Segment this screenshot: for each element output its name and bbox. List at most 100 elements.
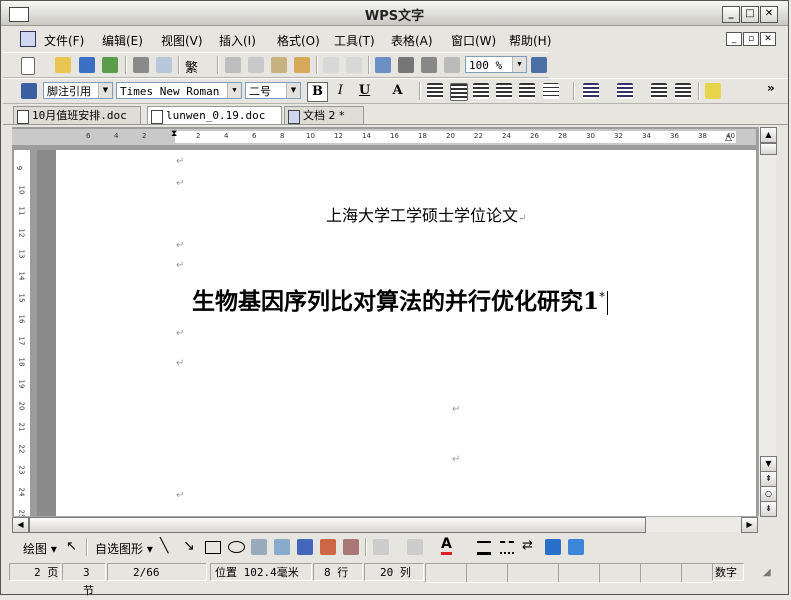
new-icon[interactable] bbox=[21, 57, 35, 75]
menu-help[interactable]: 帮助(H) bbox=[509, 32, 551, 49]
line-spacing-icon[interactable] bbox=[543, 83, 559, 99]
arrow-style-icon[interactable]: ⇄ bbox=[522, 538, 533, 553]
document-page[interactable]: ↵ ↵ 上海大学工学硕士学位论文↵ ↵ ↵ 生物基因序列比对算法的并行优化研究1… bbox=[56, 150, 756, 516]
redo-icon[interactable] bbox=[346, 57, 362, 73]
align-right-icon[interactable] bbox=[473, 83, 489, 99]
columns-icon[interactable] bbox=[398, 57, 414, 73]
format-painter-icon[interactable] bbox=[294, 57, 310, 73]
scroll-left-icon[interactable]: ◀ bbox=[12, 517, 29, 533]
arrow-icon[interactable]: ↘ bbox=[183, 538, 195, 554]
diagram-icon[interactable] bbox=[320, 539, 336, 555]
menu-edit[interactable]: 编辑(E) bbox=[102, 32, 143, 49]
line-style-icon[interactable] bbox=[477, 541, 491, 555]
show-marks-icon[interactable] bbox=[444, 57, 460, 73]
vertical-ruler[interactable]: 9 10 11 12 13 14 15 16 17 18 19 20 21 22 23 24 25 bbox=[14, 150, 31, 518]
bold-button[interactable]: B bbox=[307, 82, 328, 102]
horizontal-scroll-thumb[interactable] bbox=[29, 517, 646, 533]
char-scale-button[interactable]: A bbox=[388, 82, 407, 100]
previous-page-icon[interactable]: ⇞ bbox=[760, 471, 777, 487]
shadow-style-icon[interactable] bbox=[545, 539, 561, 555]
vertical-scrollbar[interactable]: ▲ ▼ ⇞ ○ ⇟ bbox=[758, 127, 777, 517]
maximize-button[interactable]: □ bbox=[741, 6, 759, 23]
wordart-icon[interactable] bbox=[297, 539, 313, 555]
line-color-icon[interactable] bbox=[407, 539, 423, 555]
doc-menu-icon[interactable] bbox=[20, 31, 36, 47]
chevron-down-icon[interactable]: ▼ bbox=[512, 57, 526, 72]
print-preview-icon[interactable] bbox=[156, 57, 172, 73]
cut-icon[interactable] bbox=[225, 57, 241, 73]
horizontal-ruler[interactable]: 6 4 2 2 4 6 8 10 12 14 16 18 20 22 24 26 28 30 32 34 36 38 40 … bbox=[12, 129, 756, 145]
scroll-up-icon[interactable]: ▲ bbox=[760, 127, 777, 143]
menu-tools[interactable]: 工具(T) bbox=[334, 32, 375, 49]
ellipse-icon[interactable] bbox=[228, 541, 245, 553]
sort-icon[interactable] bbox=[421, 57, 437, 73]
style-select[interactable]: 脚注引用 ▼ bbox=[43, 82, 113, 99]
paste-icon[interactable] bbox=[271, 57, 287, 73]
resize-grip-icon[interactable]: ◢ bbox=[763, 567, 771, 578]
dash-style-icon[interactable] bbox=[500, 541, 514, 554]
rectangle-icon[interactable] bbox=[205, 541, 221, 554]
scroll-thumb[interactable] bbox=[760, 143, 777, 155]
align-left-icon[interactable] bbox=[427, 83, 443, 99]
decrease-indent-icon[interactable] bbox=[651, 83, 667, 99]
autoshapes-button[interactable]: 自选图形 ▾ bbox=[95, 540, 153, 557]
tab-doc-2[interactable]: lunwen_0.19.doc bbox=[147, 106, 282, 124]
send-icon[interactable] bbox=[102, 57, 118, 73]
copy-icon[interactable] bbox=[248, 57, 264, 73]
distribute-icon[interactable] bbox=[519, 83, 535, 99]
tab-doc-3[interactable]: 文档 2 * bbox=[284, 106, 364, 124]
horizontal-scrollbar[interactable]: ◀ ▶ bbox=[12, 516, 758, 533]
menu-window[interactable]: 窗口(W) bbox=[451, 32, 496, 49]
bullets-icon[interactable] bbox=[617, 83, 633, 99]
numbering-icon[interactable] bbox=[583, 83, 599, 99]
next-page-icon[interactable]: ⇟ bbox=[760, 501, 777, 517]
scroll-down-icon[interactable]: ▼ bbox=[760, 456, 777, 472]
undo-icon[interactable] bbox=[323, 57, 339, 73]
3d-style-icon[interactable] bbox=[568, 539, 584, 555]
menu-table[interactable]: 表格(A) bbox=[391, 32, 433, 49]
increase-indent-icon[interactable] bbox=[675, 83, 691, 99]
font-color-icon[interactable]: A bbox=[441, 537, 452, 555]
font-size-select[interactable]: 二号 ▼ bbox=[245, 82, 301, 99]
close-button[interactable]: ✕ bbox=[760, 6, 778, 23]
align-center-icon[interactable] bbox=[450, 83, 468, 101]
doc-close-icon[interactable]: ✕ bbox=[760, 32, 776, 46]
ruler-text-area bbox=[175, 131, 736, 143]
font-select[interactable]: Times New Roman ▼ bbox=[116, 82, 242, 99]
zoom-select[interactable]: 100 % ▼ bbox=[465, 56, 527, 73]
minimize-button[interactable]: _ bbox=[722, 6, 740, 23]
italic-button[interactable]: I bbox=[331, 82, 350, 100]
line-icon[interactable]: ╲ bbox=[160, 538, 168, 554]
styles-icon[interactable] bbox=[21, 83, 37, 99]
chevron-down-icon[interactable]: ▼ bbox=[227, 83, 241, 98]
vertical-textbox-icon[interactable] bbox=[274, 539, 290, 555]
clipart-icon[interactable] bbox=[343, 539, 359, 555]
select-pointer-icon[interactable]: ↖ bbox=[66, 539, 77, 554]
right-indent-marker-icon[interactable]: △ bbox=[725, 133, 734, 143]
browse-object-icon[interactable]: ○ bbox=[760, 486, 777, 502]
draw-menu-button[interactable]: 绘图 ▾ bbox=[23, 540, 57, 557]
doc-restore-icon[interactable]: ▫ bbox=[743, 32, 759, 46]
tab-doc-1[interactable]: 10月值班安排.doc bbox=[13, 106, 141, 124]
indent-marker-icon[interactable]: ⧗ bbox=[171, 129, 180, 145]
save-icon[interactable] bbox=[79, 57, 95, 73]
print-icon[interactable] bbox=[133, 57, 149, 73]
menu-format[interactable]: 格式(O) bbox=[277, 32, 320, 49]
justify-icon[interactable] bbox=[496, 83, 512, 99]
highlight-icon[interactable] bbox=[705, 83, 721, 99]
menu-file[interactable]: 文件(F) bbox=[44, 32, 84, 49]
chevron-down-icon[interactable]: ▼ bbox=[98, 83, 112, 98]
doc-minimize-icon[interactable]: _ bbox=[726, 32, 742, 46]
chevron-down-icon[interactable]: ▼ bbox=[286, 83, 300, 98]
fill-color-icon[interactable] bbox=[373, 539, 389, 555]
table-icon[interactable] bbox=[375, 57, 391, 73]
underline-button[interactable]: U bbox=[355, 82, 374, 100]
open-icon[interactable] bbox=[55, 57, 71, 73]
menu-view[interactable]: 视图(V) bbox=[161, 32, 203, 49]
more-options-icon[interactable]: » bbox=[767, 81, 775, 95]
traditional-chinese-button[interactable]: 繁 bbox=[185, 57, 198, 76]
find-icon[interactable] bbox=[531, 57, 547, 73]
scroll-right-icon[interactable]: ▶ bbox=[741, 517, 758, 533]
textbox-icon[interactable] bbox=[251, 539, 267, 555]
menu-insert[interactable]: 插入(I) bbox=[219, 32, 256, 49]
